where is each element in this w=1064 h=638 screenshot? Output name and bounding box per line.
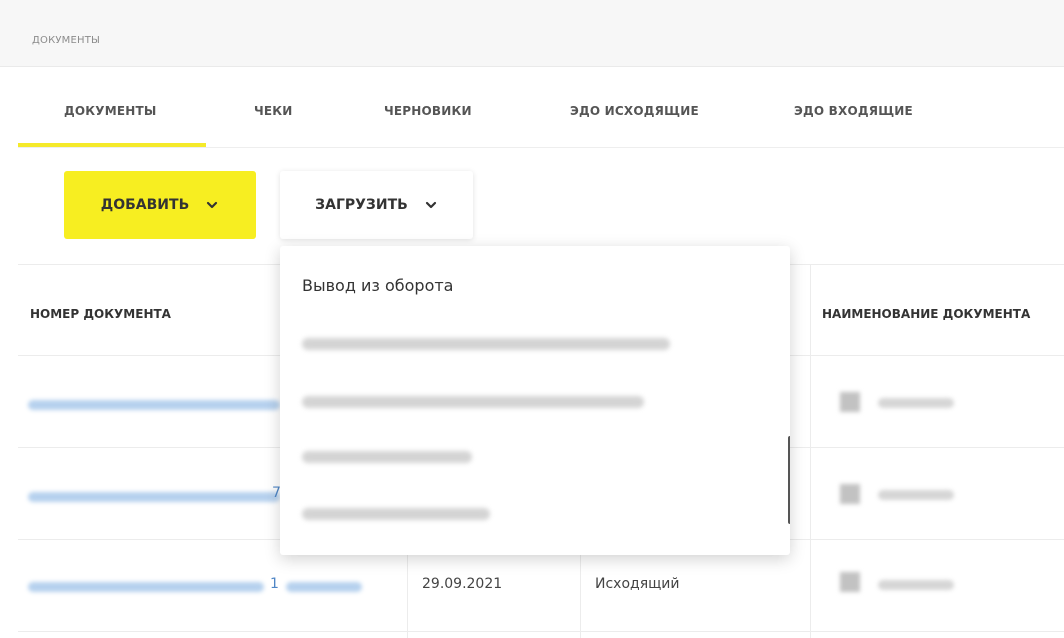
document-type-icon [840,392,860,412]
menu-item-withdrawal[interactable]: Вывод из оборота [302,276,453,295]
document-direction: Исходящий [595,576,680,592]
active-tab-indicator [18,143,206,147]
menu-item[interactable] [302,508,490,520]
load-dropdown-menu: Вывод из оборота [280,246,790,555]
document-date: 29.09.2021 [422,576,503,592]
document-number-link-tail[interactable] [286,582,362,592]
tab-bar: ДОКУМЕНТЫ ЧЕКИ ЧЕРНОВИКИ ЭДО ИСХОДЯЩИЕ Э… [18,68,1064,148]
tab-edo-outgoing[interactable]: ЭДО ИСХОДЯЩИЕ [570,104,699,118]
menu-item[interactable] [302,451,472,463]
document-name-text [878,398,954,408]
add-button[interactable]: ДОБАВИТЬ [64,171,256,239]
document-number-link[interactable] [28,582,264,592]
document-name-text [878,580,954,590]
menu-item[interactable] [302,396,644,408]
column-header-number[interactable]: НОМЕР ДОКУМЕНТА [30,307,171,321]
load-button-label: ЗАГРУЗИТЬ [315,197,408,213]
top-bar: ДОКУМЕНТЫ [0,0,1064,67]
tab-documents[interactable]: ДОКУМЕНТЫ [64,104,157,118]
breadcrumb: ДОКУМЕНТЫ [32,35,101,46]
document-number-link[interactable] [28,492,280,502]
column-header-name[interactable]: НАИМЕНОВАНИЕ ДОКУМЕНТА [822,307,1030,321]
tab-edo-incoming[interactable]: ЭДО ВХОДЯЩИЕ [794,104,913,118]
dropdown-scrollbar[interactable] [788,436,790,524]
menu-item[interactable] [302,338,670,350]
chevron-down-icon [207,201,218,209]
add-button-label: ДОБАВИТЬ [100,197,190,213]
document-number-link[interactable] [28,400,280,410]
document-name-text [878,490,954,500]
document-number-suffix[interactable]: 1 [270,576,279,592]
chevron-down-icon [425,201,436,209]
document-type-icon [840,572,860,592]
tab-receipts[interactable]: ЧЕКИ [254,104,293,118]
tab-drafts[interactable]: ЧЕРНОВИКИ [384,104,472,118]
load-button[interactable]: ЗАГРУЗИТЬ [280,171,473,239]
document-type-icon [840,484,860,504]
